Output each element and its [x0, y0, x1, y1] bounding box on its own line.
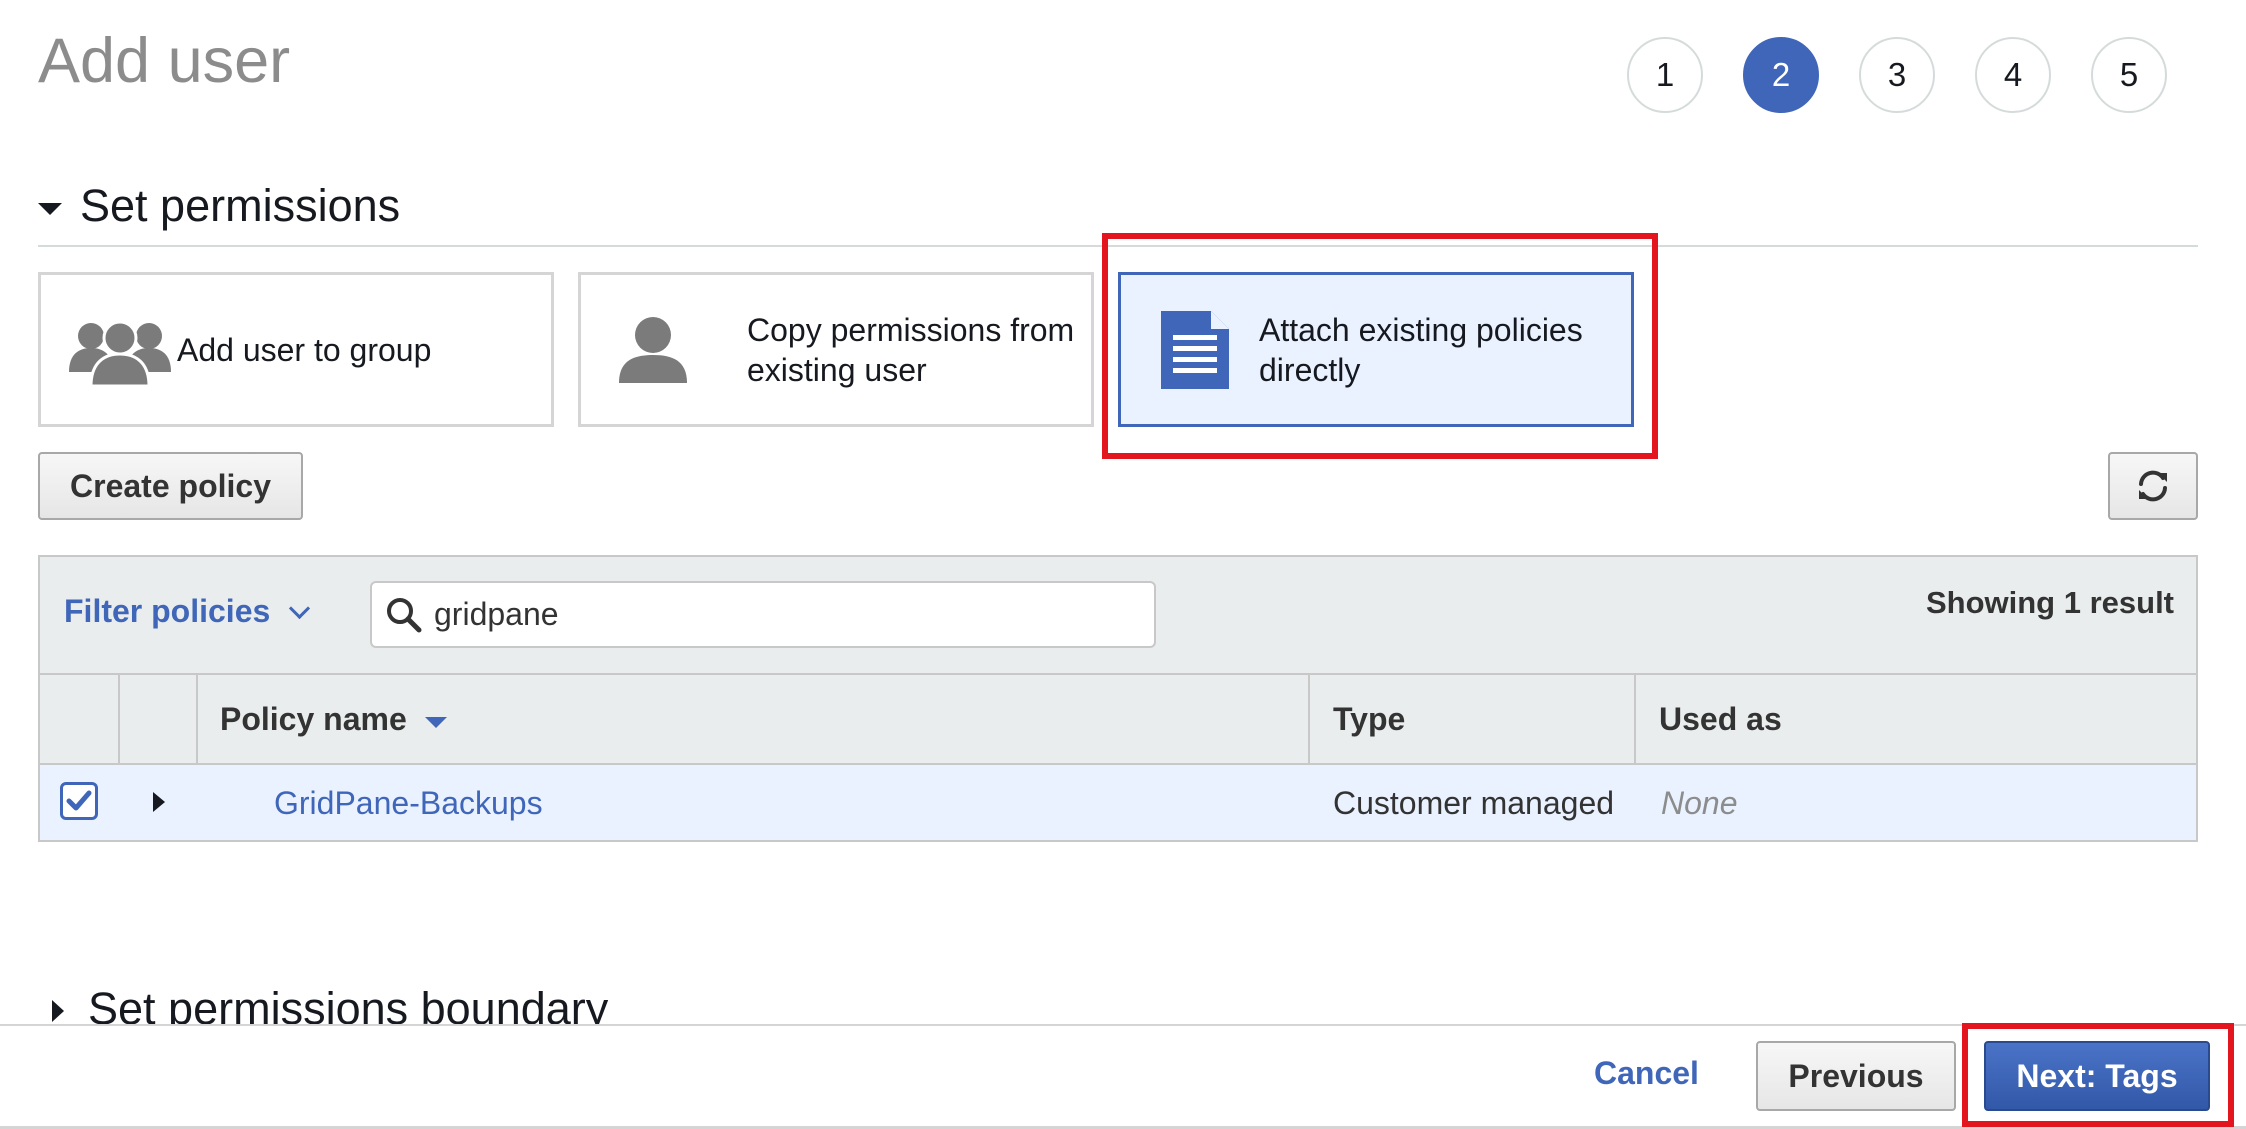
user-icon	[619, 316, 687, 383]
copy-permissions-option[interactable]: Copy permissions from existing user	[578, 272, 1094, 427]
search-input[interactable]	[432, 595, 1116, 634]
tile-label: Attach existing policies directly	[1259, 311, 1583, 388]
policy-type: Customer managed	[1333, 785, 1615, 821]
section-divider	[38, 245, 2198, 247]
checkmark-icon	[66, 790, 92, 811]
table-row[interactable]: GridPane-Backups Customer managed None	[40, 765, 2196, 840]
search-box[interactable]	[370, 581, 1156, 648]
column-header-label: Policy name	[220, 701, 407, 737]
filter-bar: Filter policies Showing 1 result	[40, 557, 2196, 673]
step-1[interactable]: 1	[1627, 37, 1703, 113]
caret-down-icon	[38, 203, 62, 215]
filter-label: Filter policies	[64, 593, 271, 629]
create-policy-button[interactable]: Create policy	[38, 452, 303, 520]
tile-label: Copy permissions from existing user	[747, 311, 1075, 388]
column-header-used-as[interactable]: Used as	[1659, 701, 1782, 738]
column-separator	[1634, 675, 1636, 763]
column-separator	[118, 675, 120, 763]
filter-policies-dropdown[interactable]: Filter policies	[64, 593, 311, 630]
user-group-icon	[69, 314, 171, 386]
set-permissions-header[interactable]: Set permissions	[38, 180, 400, 232]
attach-policies-option[interactable]: Attach existing policies directly	[1118, 272, 1634, 427]
cancel-link[interactable]: Cancel	[1594, 1055, 1699, 1092]
refresh-icon	[2136, 469, 2170, 503]
table-header-row: Policy name Type Used as	[40, 673, 2196, 765]
policy-used-as: None	[1661, 785, 1738, 821]
tile-label: Add user to group	[177, 331, 432, 368]
expand-row-icon[interactable]	[153, 792, 165, 812]
policy-name-link[interactable]: GridPane-Backups	[274, 785, 543, 822]
next-tags-button[interactable]: Next: Tags	[1984, 1041, 2210, 1111]
document-icon	[1161, 310, 1229, 389]
section-title: Set permissions	[80, 180, 401, 231]
step-5[interactable]: 5	[2091, 37, 2167, 113]
policy-table: Filter policies Showing 1 result Policy …	[38, 555, 2198, 842]
add-user-to-group-option[interactable]: Add user to group	[38, 272, 554, 427]
refresh-button[interactable]	[2108, 452, 2198, 520]
search-icon	[386, 597, 422, 633]
step-indicator: 1 2 3 4 5	[1627, 37, 2167, 113]
column-separator	[196, 675, 198, 763]
page-title: Add user	[38, 26, 291, 96]
step-4[interactable]: 4	[1975, 37, 2051, 113]
caret-right-icon	[52, 1000, 64, 1022]
step-3[interactable]: 3	[1859, 37, 1935, 113]
sort-desc-icon	[424, 717, 447, 728]
column-header-type[interactable]: Type	[1333, 701, 1405, 738]
row-checkbox[interactable]	[60, 782, 98, 820]
column-header-policy-name[interactable]: Policy name	[220, 701, 447, 738]
chevron-down-icon	[289, 597, 311, 620]
step-2[interactable]: 2	[1743, 37, 1819, 113]
previous-button[interactable]: Previous	[1756, 1041, 1956, 1111]
result-count: Showing 1 result	[1925, 585, 2174, 620]
column-separator	[1308, 675, 1310, 763]
